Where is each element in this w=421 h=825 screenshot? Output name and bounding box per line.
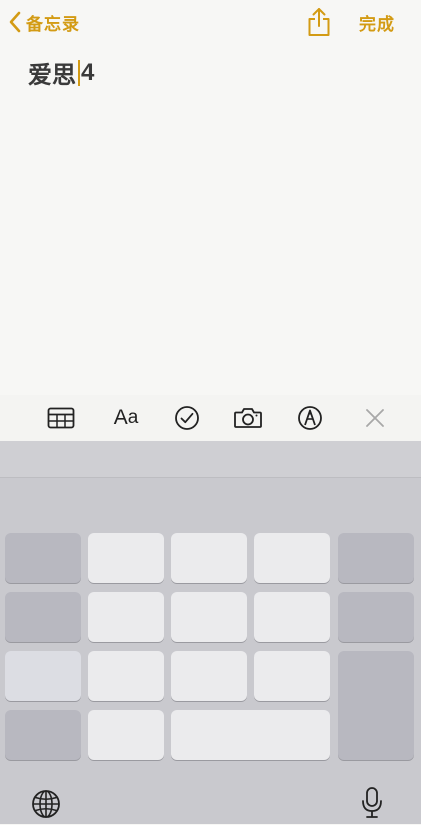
back-label: 备忘录: [26, 14, 80, 34]
keyboard-key[interactable]: [254, 651, 330, 701]
markup-button[interactable]: [296, 405, 324, 431]
keyboard-key[interactable]: [338, 592, 414, 642]
keyboard-key[interactable]: [171, 651, 247, 701]
editing-toolbar: Aa: [0, 395, 421, 441]
navigation-bar: 备忘录 完成: [0, 0, 421, 44]
camera-button[interactable]: [232, 405, 264, 431]
text-cursor: [78, 59, 80, 86]
keyboard-key[interactable]: [171, 592, 247, 642]
note-text: 爱思: [28, 62, 76, 89]
globe-icon: [32, 790, 60, 818]
keyboard-key[interactable]: [171, 533, 247, 583]
checkmark-circle-icon: [175, 406, 199, 430]
keyboard-key[interactable]: [254, 533, 330, 583]
keyboard-key[interactable]: [338, 533, 414, 583]
chevron-left-icon: [9, 11, 21, 33]
format-label-big: A: [113, 406, 128, 429]
checklist-button[interactable]: [173, 405, 201, 431]
close-icon: [366, 409, 384, 427]
keyboard: [0, 441, 421, 824]
markup-pen-icon: [298, 406, 322, 430]
note-text-tail: 4: [81, 58, 95, 86]
keyboard-key[interactable]: [5, 533, 81, 583]
back-button[interactable]: 备忘录: [8, 9, 80, 35]
keyboard-key[interactable]: [5, 710, 81, 760]
space-key[interactable]: [171, 710, 330, 760]
share-icon: [308, 8, 330, 36]
dictation-button[interactable]: [360, 786, 384, 825]
return-key[interactable]: [338, 651, 414, 760]
keyboard-key[interactable]: [88, 592, 164, 642]
keyboard-key[interactable]: [5, 651, 81, 701]
note-first-line: 爱思 4: [28, 55, 401, 90]
keyboard-key[interactable]: [88, 651, 164, 701]
table-icon: [47, 407, 75, 429]
keyboard-key[interactable]: [88, 533, 164, 583]
done-button[interactable]: 完成: [359, 10, 395, 35]
close-keyboard-button[interactable]: [364, 405, 386, 431]
keyboard-key[interactable]: [88, 710, 164, 760]
keyboard-key[interactable]: [5, 592, 81, 642]
microphone-icon: [362, 787, 382, 818]
share-button[interactable]: [304, 6, 334, 38]
candidate-bar: [0, 441, 421, 478]
table-button[interactable]: [46, 405, 76, 431]
switch-keyboard-button[interactable]: [31, 789, 61, 824]
keyboard-bottom-bar: [0, 781, 421, 824]
camera-icon: [234, 408, 262, 428]
note-editor[interactable]: 爱思 4: [28, 55, 401, 90]
text-format-button[interactable]: Aa: [109, 405, 143, 431]
format-label-small: a: [127, 407, 139, 428]
keyboard-key[interactable]: [254, 592, 330, 642]
